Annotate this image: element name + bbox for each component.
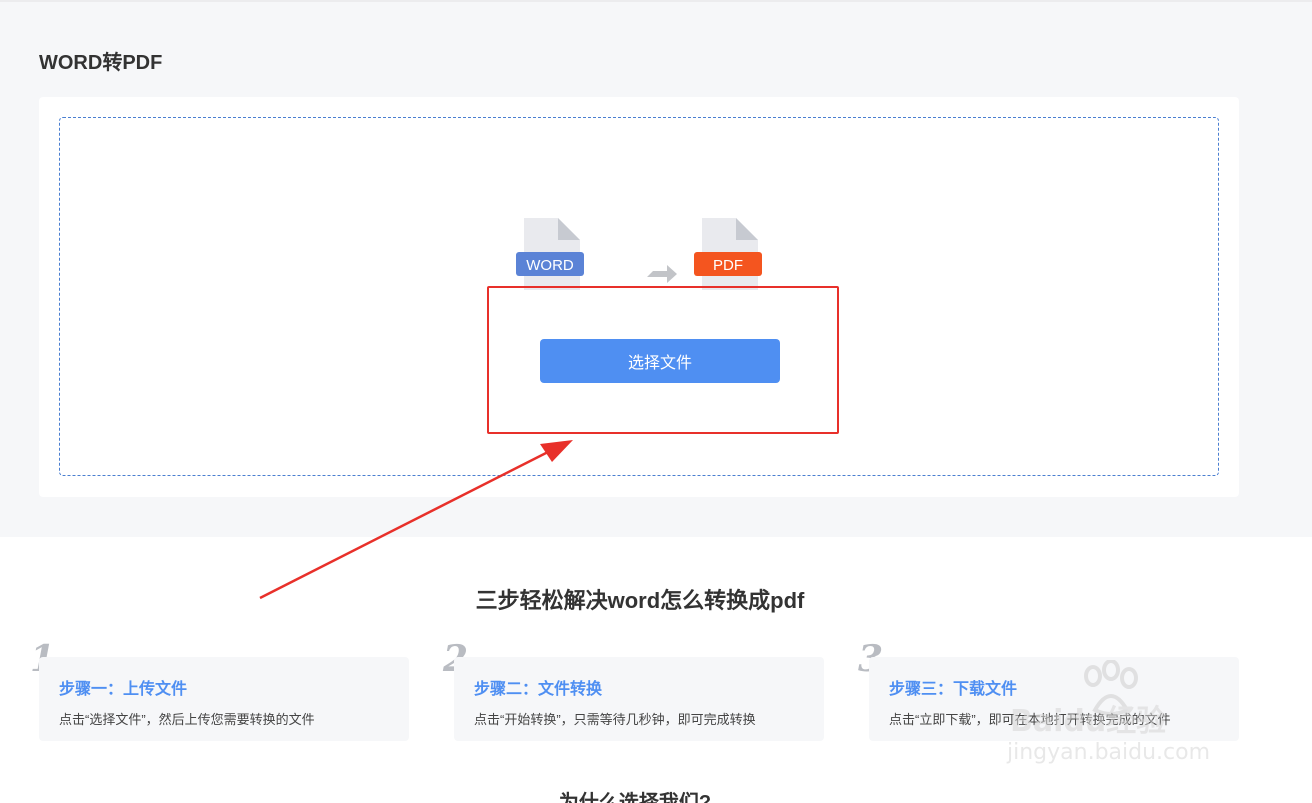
pdf-file-icon: PDF [694, 218, 764, 290]
watermark-brand: Baidu经验 [1010, 704, 1167, 739]
step-desc-1: 点击“选择文件”，然后上传您需要转换的文件 [59, 712, 315, 727]
step-heading-1: 步骤一：上传文件 [59, 681, 188, 698]
why-choose-us-title: 为什么选择我们? [558, 792, 712, 803]
word-file-icon: WORD [516, 218, 586, 290]
pdf-label: PDF [713, 257, 743, 274]
page-title: WORD转PDF [39, 52, 163, 74]
step-card-1: 步骤一：上传文件 点击“选择文件”，然后上传您需要转换的文件 [39, 657, 409, 741]
baidu-watermark: Baidu经验 jingyan.baidu.com [1005, 660, 1245, 770]
step-card-2: 步骤二：文件转换 点击“开始转换”，只需等待几秒钟，即可完成转换 [454, 657, 824, 741]
step-desc-2: 点击“开始转换”，只需等待几秒钟，即可完成转换 [474, 712, 756, 727]
steps-title: 三步轻松解决word怎么转换成pdf [475, 588, 805, 613]
watermark-url: jingyan.baidu.com [1007, 740, 1211, 765]
annotation-highlight-box [487, 286, 839, 434]
word-label: WORD [526, 257, 574, 274]
convert-arrow-icon [645, 263, 679, 285]
step-heading-2: 步骤二：文件转换 [474, 681, 603, 698]
